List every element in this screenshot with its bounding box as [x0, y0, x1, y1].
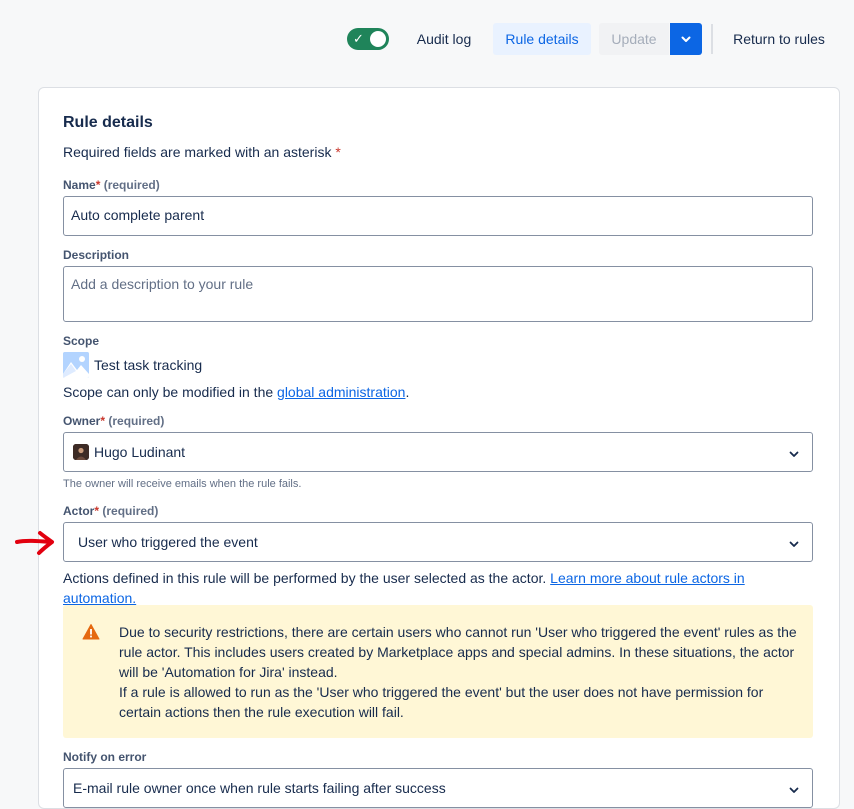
rule-enabled-toggle[interactable]: ✓ [347, 28, 389, 50]
name-label: Name* (required) [63, 178, 160, 192]
name-input[interactable]: Auto complete parent [63, 196, 813, 236]
project-icon [63, 352, 89, 378]
check-icon: ✓ [353, 31, 364, 46]
top-toolbar: ✓ Audit log Rule details Update Return t… [0, 0, 854, 80]
rule-actors-link-continued[interactable]: automation. [63, 590, 136, 606]
name-input-value: Auto complete parent [71, 207, 205, 223]
audit-log-button[interactable]: Audit log [403, 23, 485, 55]
required-note-text: Required fields are marked with an aster… [63, 144, 332, 160]
scope-note-text: Scope can only be modified in the [63, 384, 274, 400]
scope-note: Scope can only be modified in the global… [63, 384, 409, 400]
warning-line: certain actions then the rule execution … [119, 704, 404, 720]
owner-label: Owner* (required) [63, 414, 164, 428]
chevron-down-icon [789, 451, 799, 457]
owner-required-hint: (required) [108, 414, 165, 428]
name-required-hint: (required) [103, 178, 160, 192]
scope-label: Scope [63, 334, 100, 348]
warning-text: Due to security restrictions, there are … [119, 622, 809, 722]
chevron-down-icon [789, 541, 799, 547]
notify-label: Notify on error [63, 750, 147, 764]
chevron-down-icon [681, 36, 691, 42]
name-label-text: Name [63, 178, 96, 192]
actor-help-text: Actions defined in this rule will be per… [63, 570, 547, 586]
required-asterisk: * [335, 144, 341, 160]
description-placeholder: Add a description to your rule [71, 276, 254, 292]
avatar [73, 444, 89, 460]
owner-label-text: Owner [63, 414, 101, 428]
owner-select[interactable]: Hugo Ludinant [63, 432, 813, 472]
actor-label: Actor* (required) [63, 504, 158, 518]
global-administration-link[interactable]: global administration [277, 384, 405, 400]
actor-required-hint: (required) [102, 504, 159, 518]
toolbar-divider [711, 24, 713, 54]
return-to-rules-button[interactable]: Return to rules [722, 23, 836, 55]
scope-value: Test task tracking [94, 357, 203, 373]
owner-select-value: Hugo Ludinant [94, 444, 186, 460]
owner-asterisk: * [100, 414, 106, 428]
security-warning-banner: Due to security restrictions, there are … [63, 605, 813, 738]
actor-asterisk: * [94, 504, 100, 518]
actor-label-text: Actor [63, 504, 95, 518]
rule-details-button[interactable]: Rule details [493, 23, 591, 55]
warning-line: Due to security restrictions, there are … [119, 624, 797, 640]
toggle-knob [370, 31, 386, 47]
actor-select[interactable]: User who triggered the event [63, 522, 813, 562]
warning-line: rule actor. This includes users created … [119, 644, 795, 660]
description-textarea[interactable]: Add a description to your rule [63, 266, 813, 322]
owner-help-text: The owner will receive emails when the r… [63, 478, 302, 490]
description-label: Description [63, 248, 130, 262]
update-button[interactable]: Update [599, 23, 669, 55]
update-options-button[interactable] [670, 23, 702, 55]
chevron-down-icon [789, 787, 799, 793]
warning-icon [82, 624, 100, 640]
card-heading: Rule details [63, 114, 153, 131]
notify-select-value: E-mail rule owner once when rule starts … [73, 780, 446, 796]
warning-line: If a rule is allowed to run as the 'User… [119, 684, 764, 700]
notify-select[interactable]: E-mail rule owner once when rule starts … [63, 768, 813, 808]
rule-actors-link[interactable]: Learn more about rule actors in [550, 570, 745, 586]
scope-note-suffix: . [405, 384, 410, 400]
actor-select-value: User who triggered the event [78, 534, 258, 550]
required-note: Required fields are marked with an aster… [63, 144, 341, 160]
warning-line: will be 'Automation for Jira' instead. [119, 664, 338, 680]
annotation-arrow-icon [15, 531, 54, 555]
actor-help: Actions defined in this rule will be per… [63, 568, 813, 608]
name-asterisk: * [95, 178, 101, 192]
